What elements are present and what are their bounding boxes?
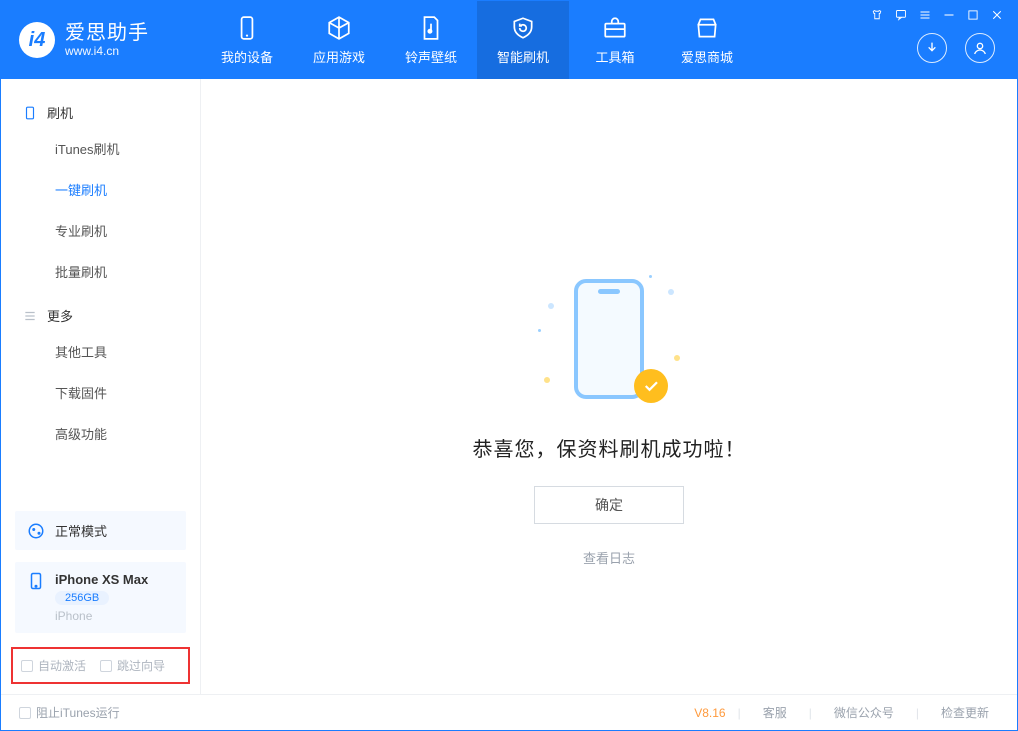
download-button[interactable] (917, 33, 947, 63)
sidebar-item-advanced[interactable]: 高级功能 (1, 413, 200, 454)
tab-ringtone-wallpaper[interactable]: 铃声壁纸 (385, 1, 477, 79)
tab-label: 工具箱 (595, 47, 634, 66)
link-check-update[interactable]: 检查更新 (931, 704, 999, 721)
device-name: iPhone XS Max (55, 572, 148, 587)
success-check-icon (634, 369, 668, 403)
tab-toolbox[interactable]: 工具箱 (569, 1, 661, 79)
version-label: V8.16 (694, 706, 725, 720)
sidebar-item-download-firmware[interactable]: 下载固件 (1, 372, 200, 413)
checkbox-skip-guide[interactable]: 跳过向导 (100, 657, 165, 674)
toolbox-icon (602, 15, 628, 41)
success-illustration (544, 279, 674, 409)
logo-en: www.i4.cn (65, 45, 149, 59)
feedback-icon[interactable] (894, 8, 908, 22)
tab-smart-flash[interactable]: 智能刷机 (477, 1, 569, 79)
mode-label: 正常模式 (55, 521, 107, 540)
checkbox-label: 跳过向导 (117, 657, 165, 674)
link-support[interactable]: 客服 (753, 704, 797, 721)
status-bar: 阻止iTunes运行 V8.16 | 客服 | 微信公众号 | 检查更新 (1, 694, 1017, 730)
sidebar: 刷机 iTunes刷机 一键刷机 专业刷机 批量刷机 更多 其他工具 下载固件 … (1, 79, 201, 694)
header: i4 爱思助手 www.i4.cn 我的设备 应用游戏 铃声壁纸 智能刷机 (1, 1, 1017, 79)
view-log-link[interactable]: 查看日志 (583, 548, 635, 567)
checkbox-auto-activate[interactable]: 自动激活 (21, 657, 86, 674)
sidebar-item-itunes-flash[interactable]: iTunes刷机 (1, 128, 200, 169)
list-icon (23, 309, 37, 323)
close-icon[interactable] (990, 8, 1004, 22)
maximize-icon[interactable] (966, 8, 980, 22)
main-tabs: 我的设备 应用游戏 铃声壁纸 智能刷机 工具箱 爱思商城 (201, 1, 753, 79)
checkbox-block-itunes[interactable]: 阻止iTunes运行 (19, 704, 120, 721)
success-title: 恭喜您，保资料刷机成功啦！ (473, 433, 746, 462)
device-phone-icon (27, 572, 45, 590)
sidebar-item-pro-flash[interactable]: 专业刷机 (1, 210, 200, 251)
sidebar-item-other-tools[interactable]: 其他工具 (1, 331, 200, 372)
tab-label: 应用游戏 (313, 47, 365, 66)
tab-label: 爱思商城 (681, 47, 733, 66)
section-title: 更多 (47, 306, 73, 325)
checkbox-label: 自动激活 (38, 657, 86, 674)
minimize-icon[interactable] (942, 8, 956, 22)
sidebar-item-batch-flash[interactable]: 批量刷机 (1, 251, 200, 292)
section-title: 刷机 (47, 103, 73, 122)
logo[interactable]: i4 爱思助手 www.i4.cn (1, 1, 201, 79)
download-icon (924, 40, 940, 56)
sidebar-section-more: 更多 (1, 292, 200, 331)
user-icon (972, 40, 988, 56)
checkbox-label: 阻止iTunes运行 (36, 704, 120, 721)
sidebar-item-oneclick-flash[interactable]: 一键刷机 (1, 169, 200, 210)
window-controls (870, 8, 1004, 22)
main-content: 恭喜您，保资料刷机成功啦！ 确定 查看日志 (201, 79, 1017, 694)
menu-icon[interactable] (918, 8, 932, 22)
bottom-options-highlighted: 自动激活 跳过向导 (11, 647, 190, 684)
logo-text: 爱思助手 www.i4.cn (65, 22, 149, 59)
device-icon (234, 15, 260, 41)
tab-store[interactable]: 爱思商城 (661, 1, 753, 79)
checkbox-icon (19, 707, 31, 719)
device-card[interactable]: iPhone XS Max 256GB iPhone (15, 562, 186, 633)
checkbox-icon (100, 660, 112, 672)
device-storage-badge: 256GB (55, 591, 109, 605)
sidebar-section-flash: 刷机 (1, 89, 200, 128)
link-wechat[interactable]: 微信公众号 (824, 704, 904, 721)
phone-icon (23, 106, 37, 120)
logo-cn: 爱思助手 (65, 22, 149, 45)
tab-label: 我的设备 (221, 47, 273, 66)
normal-mode-icon (27, 522, 45, 540)
music-file-icon (418, 15, 444, 41)
success-hero: 恭喜您，保资料刷机成功啦！ 确定 查看日志 (473, 279, 746, 567)
mode-card[interactable]: 正常模式 (15, 511, 186, 550)
device-type: iPhone (55, 609, 148, 623)
cube-icon (326, 15, 352, 41)
tab-my-device[interactable]: 我的设备 (201, 1, 293, 79)
store-icon (694, 15, 720, 41)
ok-button[interactable]: 确定 (534, 486, 684, 524)
refresh-shield-icon (510, 15, 536, 41)
app-window: i4 爱思助手 www.i4.cn 我的设备 应用游戏 铃声壁纸 智能刷机 (0, 0, 1018, 731)
tab-label: 铃声壁纸 (405, 47, 457, 66)
tab-apps-games[interactable]: 应用游戏 (293, 1, 385, 79)
checkbox-icon (21, 660, 33, 672)
logo-icon: i4 (19, 22, 55, 58)
device-info: iPhone XS Max 256GB iPhone (55, 572, 148, 623)
tab-label: 智能刷机 (497, 47, 549, 66)
account-button[interactable] (965, 33, 995, 63)
body: 刷机 iTunes刷机 一键刷机 专业刷机 批量刷机 更多 其他工具 下载固件 … (1, 79, 1017, 694)
tshirt-icon[interactable] (870, 8, 884, 22)
